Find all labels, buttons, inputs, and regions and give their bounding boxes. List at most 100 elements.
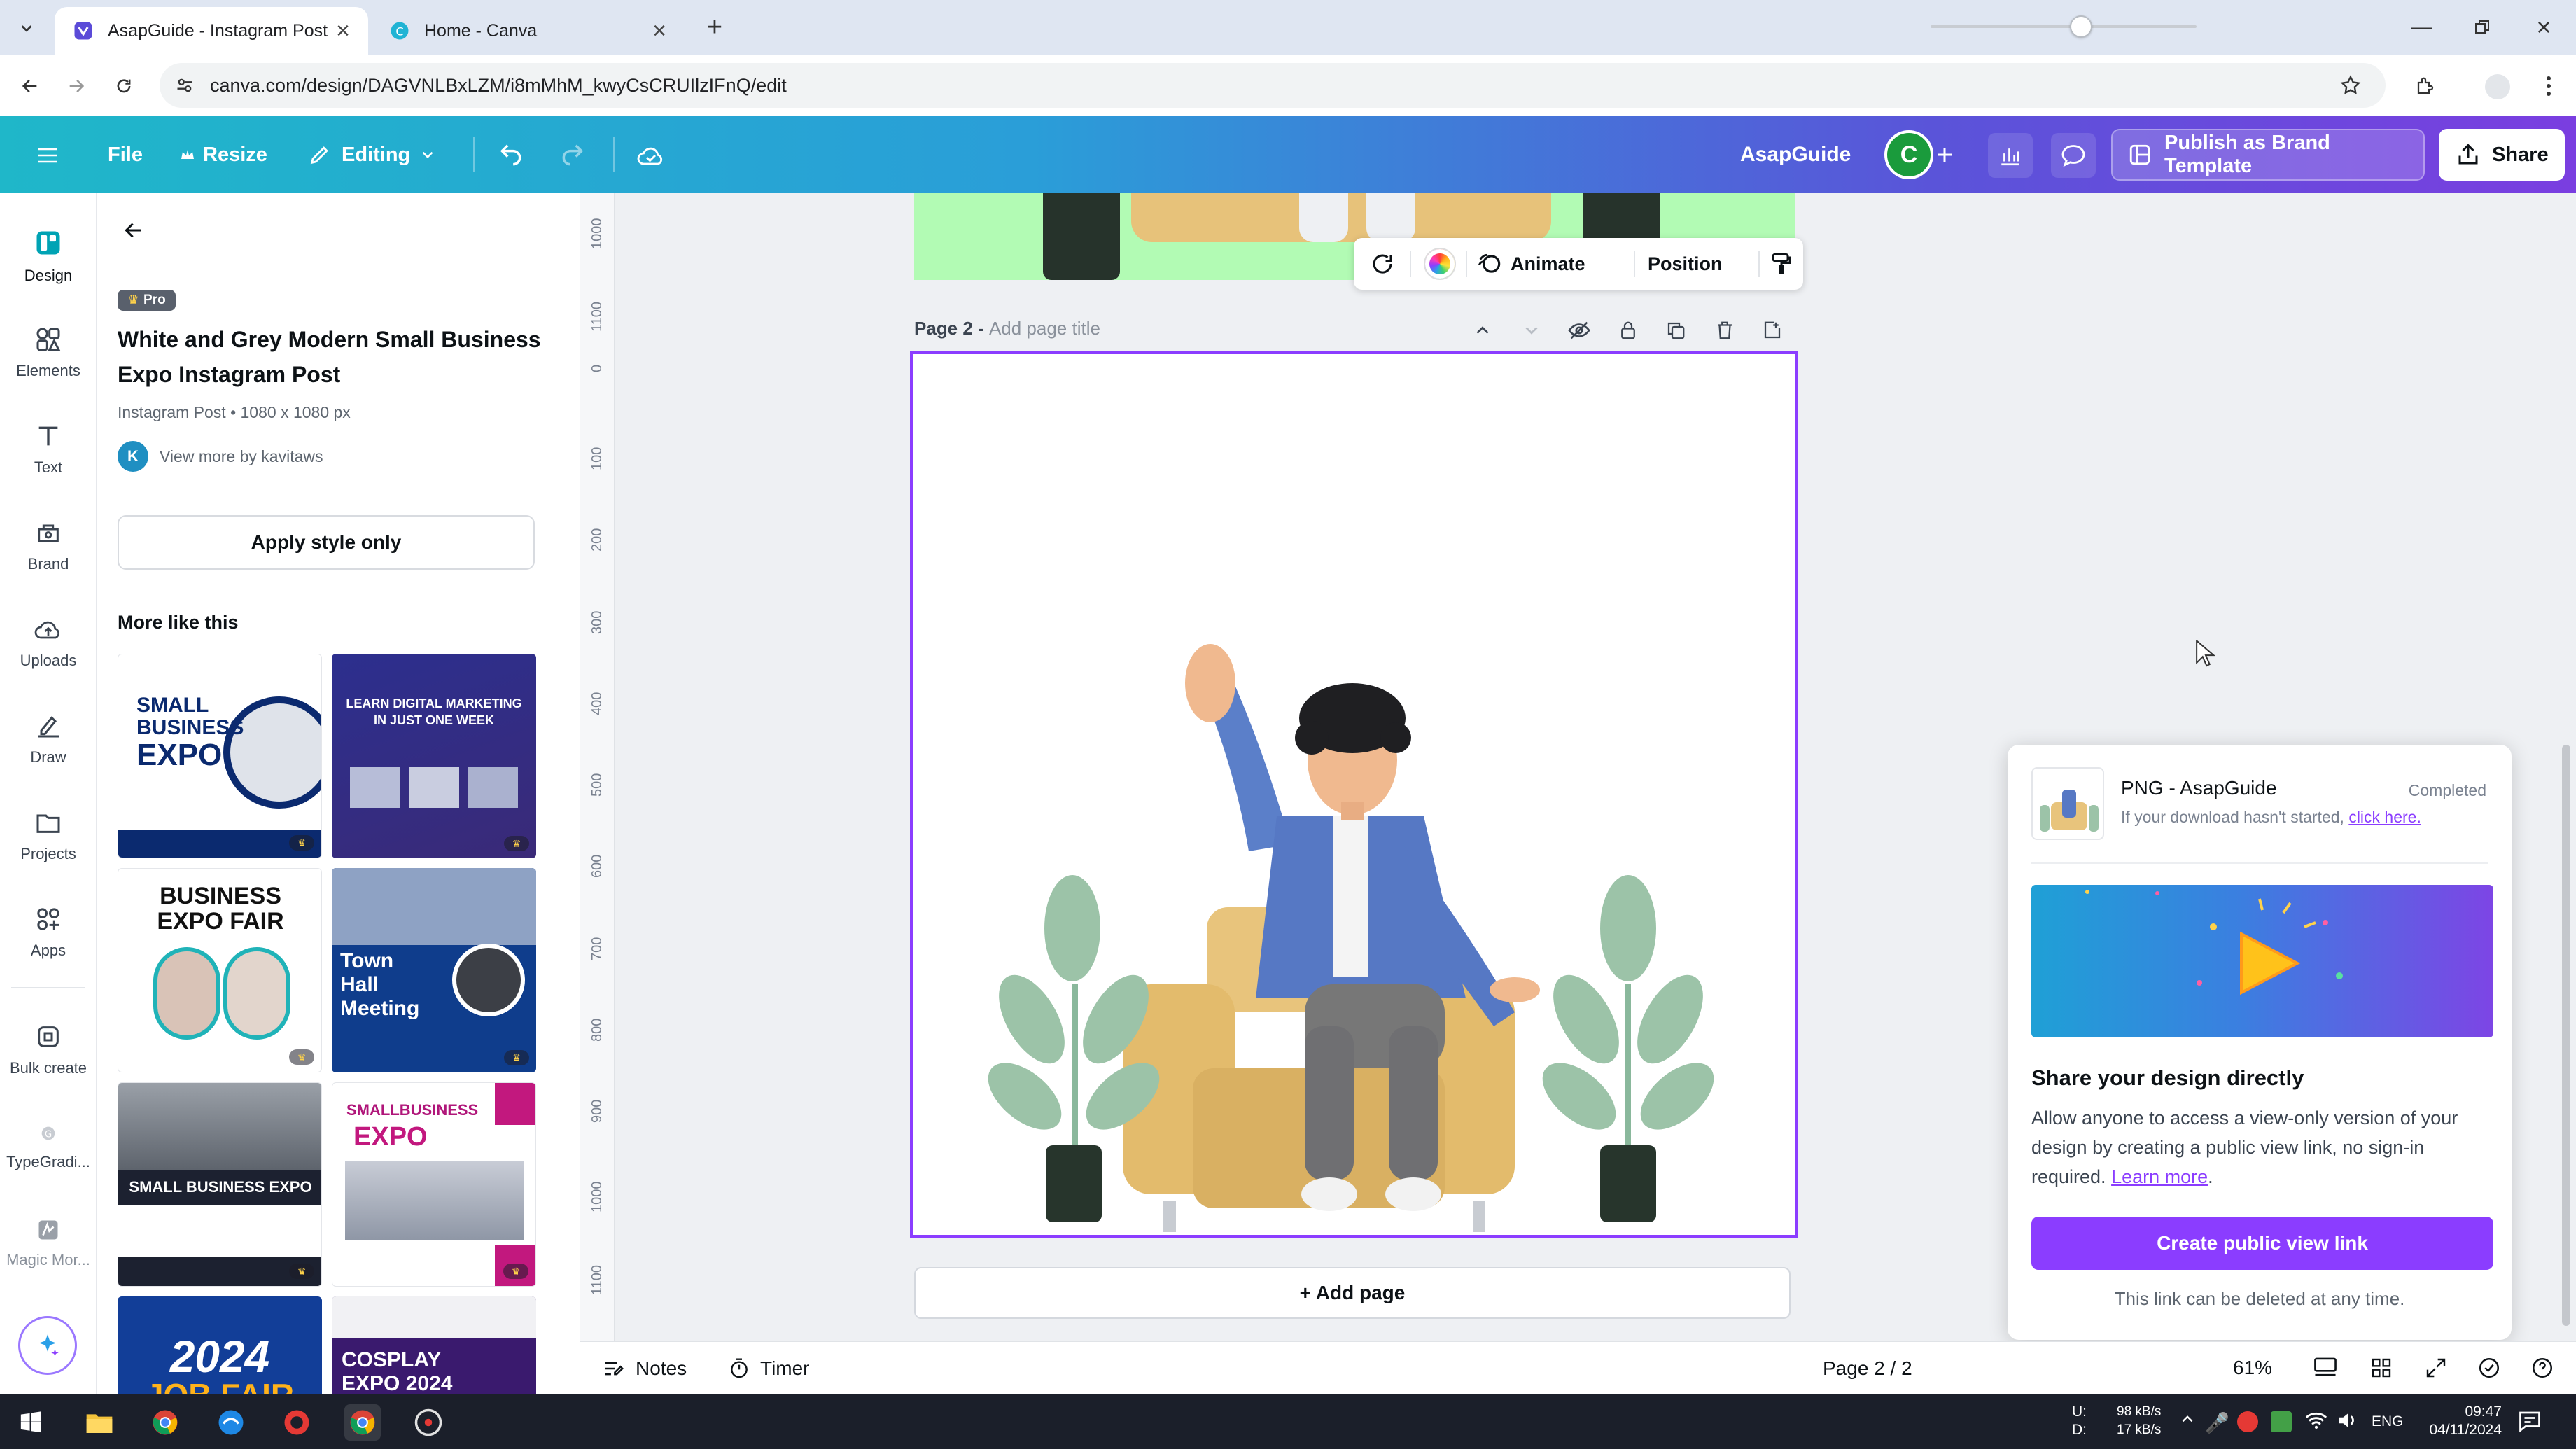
clock[interactable]: 09:47 04/11/2024 <box>2414 1403 2502 1439</box>
tab-search-button[interactable] <box>13 14 41 42</box>
back-button[interactable] <box>13 69 48 104</box>
browser-menu-button[interactable] <box>2531 69 2566 104</box>
taskbar-chrome-active[interactable] <box>344 1404 381 1441</box>
delete-page-button[interactable] <box>1711 316 1739 344</box>
profile-avatar[interactable] <box>2485 74 2510 99</box>
save-status-button[interactable] <box>631 136 671 175</box>
rail-item-typegradient[interactable]: G TypeGradi... <box>0 1105 97 1189</box>
hide-page-button[interactable] <box>1565 316 1593 344</box>
template-thumbnail[interactable]: BUSINESS EXPO FAIR ♛ <box>118 868 322 1072</box>
tray-chevron-up-icon[interactable] <box>2178 1410 2197 1428</box>
rail-item-apps[interactable]: Apps <box>0 890 97 974</box>
extensions-button[interactable] <box>2408 69 2443 104</box>
position-button[interactable]: Position <box>1648 238 1723 290</box>
rail-item-elements[interactable]: Elements <box>0 311 97 395</box>
browser-tab-active[interactable]: AsapGuide - Instagram Post × <box>55 7 368 55</box>
wifi-icon[interactable] <box>2304 1408 2328 1432</box>
main-menu-button[interactable] <box>28 136 67 175</box>
rail-item-bulk-create[interactable]: Bulk create <box>0 1008 97 1092</box>
add-page-after-button[interactable] <box>1758 316 1786 344</box>
zoom-level-button[interactable]: 61% <box>2233 1341 2272 1394</box>
template-thumbnail[interactable]: Town Hall Meeting ♛ <box>332 868 536 1072</box>
file-menu-button[interactable]: File <box>108 116 143 193</box>
character-in-armchair-illustration[interactable] <box>913 354 1795 1235</box>
notifications-button[interactable] <box>2517 1408 2542 1434</box>
apply-style-only-button[interactable]: Apply style only <box>118 515 535 570</box>
page-title-label[interactable]: Page 2 - Add page title <box>914 318 1100 340</box>
template-thumbnail[interactable]: LEARN DIGITAL MARKETING IN JUST ONE WEEK… <box>332 654 536 858</box>
tray-app-icon[interactable] <box>2237 1411 2258 1432</box>
template-thumbnail[interactable]: SMALL BUSINESS EXPO ♛ <box>118 1082 322 1287</box>
rail-item-magic-morph[interactable]: Magic Mor... <box>0 1201 97 1285</box>
taskbar-file-explorer[interactable] <box>81 1404 118 1441</box>
site-info-icon[interactable] <box>175 76 195 95</box>
panel-back-button[interactable] <box>116 213 151 248</box>
replace-button[interactable] <box>1366 248 1399 280</box>
create-public-view-link-button[interactable]: Create public view link <box>2031 1217 2493 1270</box>
rail-item-text[interactable]: Text <box>0 407 97 491</box>
browser-tab[interactable]: C Home - Canva × <box>371 7 685 55</box>
taskbar-app[interactable] <box>410 1404 447 1441</box>
timer-button[interactable]: Timer <box>728 1342 810 1395</box>
move-page-down-button[interactable] <box>1518 316 1546 344</box>
share-button[interactable]: Share <box>2439 129 2565 181</box>
team-name[interactable]: AsapGuide <box>1740 116 1851 193</box>
redo-button[interactable] <box>553 136 592 175</box>
forward-button[interactable] <box>59 69 94 104</box>
tray-app-icon[interactable] <box>2271 1411 2292 1432</box>
insights-button[interactable] <box>1988 133 2033 178</box>
copy-style-button[interactable] <box>1765 248 1798 280</box>
url-bar[interactable]: canva.com/design/DAGVNLBxLZM/i8mMhM_kwyC… <box>160 63 2386 108</box>
workspace-scrollbar[interactable] <box>2562 745 2570 1326</box>
check-design-button[interactable] <box>2474 1352 2505 1383</box>
resize-button[interactable]: Resize <box>179 116 267 193</box>
learn-more-link[interactable]: Learn more <box>2111 1166 2208 1187</box>
page-2-canvas[interactable] <box>910 351 1798 1238</box>
template-thumbnail[interactable]: SMALL BUSINESS EXPO ♛ <box>118 654 322 858</box>
undo-button[interactable] <box>491 136 531 175</box>
magic-assistant-button[interactable] <box>18 1316 77 1375</box>
new-tab-button[interactable]: + <box>697 10 732 45</box>
template-author-link[interactable]: K View more by kavitaws <box>118 441 323 472</box>
rail-item-brand[interactable]: Brand <box>0 504 97 588</box>
help-button[interactable] <box>2527 1352 2558 1383</box>
taskbar-chrome[interactable] <box>147 1404 183 1441</box>
zoom-slider-track[interactable] <box>1931 25 2197 28</box>
grid-view-button[interactable] <box>2366 1352 2397 1383</box>
bookmark-star-icon[interactable] <box>2339 74 2362 97</box>
input-language[interactable]: ENG <box>2372 1413 2404 1431</box>
fullscreen-button[interactable] <box>2421 1352 2451 1383</box>
restore-window-button[interactable] <box>2461 10 2503 45</box>
animate-button[interactable]: Animate <box>1477 238 1586 290</box>
invite-button[interactable] <box>1925 135 1964 174</box>
taskbar-app[interactable] <box>279 1404 315 1441</box>
minimize-window-button[interactable]: — <box>2401 10 2443 45</box>
reload-button[interactable] <box>106 69 141 104</box>
move-page-up-button[interactable] <box>1469 316 1497 344</box>
comments-button[interactable] <box>2051 133 2096 178</box>
editing-mode-dropdown[interactable]: Editing <box>308 116 437 193</box>
volume-icon[interactable] <box>2335 1408 2359 1432</box>
close-tab-icon[interactable]: × <box>336 18 350 45</box>
add-page-title-placeholder[interactable]: Add page title <box>989 318 1100 339</box>
template-thumbnail[interactable]: SMALLBUSINESS EXPO ♛ <box>332 1082 536 1287</box>
microphone-icon[interactable]: 🎤 <box>2205 1411 2230 1434</box>
lock-page-button[interactable] <box>1614 316 1642 344</box>
close-window-button[interactable]: × <box>2523 10 2565 45</box>
color-picker-button[interactable] <box>1425 249 1455 279</box>
notes-button[interactable]: Notes <box>602 1342 687 1395</box>
duplicate-page-button[interactable] <box>1662 316 1690 344</box>
close-tab-icon[interactable]: × <box>652 18 666 45</box>
rail-item-uploads[interactable]: Uploads <box>0 601 97 685</box>
rail-item-projects[interactable]: Projects <box>0 794 97 878</box>
rail-item-draw[interactable]: Draw <box>0 697 97 781</box>
page-view-button[interactable] <box>2310 1352 2341 1383</box>
start-button[interactable] <box>13 1404 49 1441</box>
add-page-button[interactable]: + Add page <box>914 1267 1791 1319</box>
template-thumbnail[interactable]: 2024 JOB FAIR <box>118 1296 322 1394</box>
page-count-button[interactable]: Page 2 / 2 <box>1823 1342 1912 1395</box>
publish-brand-template-button[interactable]: Publish as Brand Template <box>2111 129 2425 181</box>
click-here-link[interactable]: click here. <box>2348 808 2421 826</box>
template-thumbnail[interactable]: COSPLAY EXPO 2024 <box>332 1296 536 1394</box>
taskbar-app[interactable] <box>213 1404 249 1441</box>
